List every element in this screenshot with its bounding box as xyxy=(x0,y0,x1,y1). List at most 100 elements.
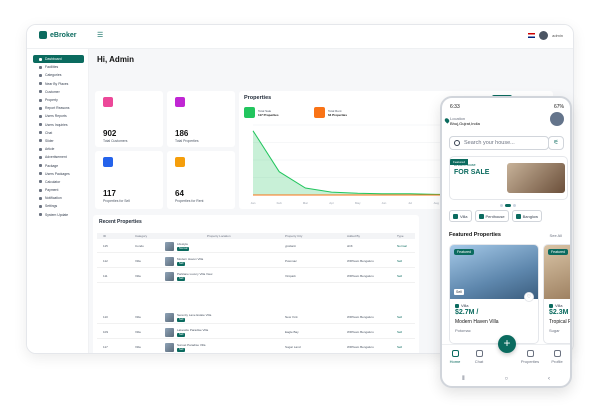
sidebar-item-payment[interactable]: Payment xyxy=(33,186,84,194)
nav-label: Properties xyxy=(520,359,540,364)
category-penthouse[interactable]: Penthouse xyxy=(474,210,509,222)
sidebar-item-label: Advertisement xyxy=(45,155,67,160)
type-badge: Sell xyxy=(177,277,186,281)
penthouse-icon xyxy=(478,213,484,219)
sidebar-item-notification[interactable]: Notification xyxy=(33,194,84,202)
table-row[interactable]: 117 Villa Sunset Paradise Villa Sell Sug… xyxy=(97,342,415,353)
featured-title: Featured Properties xyxy=(449,232,501,238)
nav-chat[interactable]: Chat xyxy=(468,350,490,364)
header-category[interactable]: Category xyxy=(135,234,147,238)
stat-card-customers[interactable]: 902 Total Customers xyxy=(95,91,163,147)
brand-name: eBroker xyxy=(50,31,77,39)
search-placeholder: Search your house... xyxy=(464,140,515,146)
avatar[interactable] xyxy=(539,31,549,40)
sidebar-item-property[interactable]: Property xyxy=(33,96,84,104)
banner-house-image xyxy=(507,163,565,193)
category-label: Villa xyxy=(460,213,468,219)
cell-type: Sell xyxy=(397,345,403,349)
user-name: admin xyxy=(552,33,563,38)
brand[interactable]: eBroker xyxy=(39,31,76,39)
cell-category: Villa xyxy=(135,259,141,263)
sidebar-item-customer[interactable]: Customer xyxy=(33,88,84,96)
nav-label: Profile xyxy=(551,359,563,364)
stat-label: Properties for Rent xyxy=(175,199,204,203)
sidebar-item-categories[interactable]: Categories xyxy=(33,71,84,79)
nav-profile[interactable]: Profile xyxy=(546,350,568,364)
screenshot: eBroker ☰ admin Dashboard Facilities Cat… xyxy=(0,0,600,419)
carousel-dot[interactable] xyxy=(500,204,503,207)
property-card[interactable]: Featured Sell ♡ Villa $2.7M / Modern Hav… xyxy=(449,244,539,344)
nav-properties[interactable]: Properties xyxy=(516,350,544,364)
sale-value: 117 Properties xyxy=(258,112,279,117)
facilities-icon xyxy=(39,65,42,69)
table-row[interactable]: 109 Villa Lakeside Paradise Villa Sell E… xyxy=(97,327,415,339)
sidebar-item-chat[interactable]: Chat xyxy=(33,129,84,137)
sidebar-item-system-update[interactable]: System Update xyxy=(33,211,84,219)
header-added-by[interactable]: Added By xyxy=(347,234,360,238)
search-icon xyxy=(454,140,460,146)
sidebar-item-facilities[interactable]: Facilities xyxy=(33,63,84,71)
property-type-label: Villa xyxy=(461,303,469,308)
sidebar-item-slider[interactable]: Slider xyxy=(33,137,84,145)
cell-city: Sugar Land xyxy=(285,345,301,349)
users-icon xyxy=(103,97,113,107)
search-input[interactable]: Search your house... xyxy=(449,136,549,150)
sidebar-item-package[interactable]: Package xyxy=(33,161,84,169)
language-flag-icon[interactable] xyxy=(528,33,536,38)
cell-id: 115 xyxy=(103,244,108,248)
header-location[interactable]: Property Location xyxy=(207,234,231,238)
header-city[interactable]: Property City xyxy=(285,234,302,238)
carousel-dot-active[interactable] xyxy=(505,204,511,207)
see-all-link[interactable]: See All xyxy=(550,233,562,238)
table-row[interactable]: 112 Villa Modern Haven Villa Sell Potoma… xyxy=(97,256,415,268)
sidebar-item-article[interactable]: Article xyxy=(33,145,84,153)
promo-banner[interactable]: Featured Dream House FOR SALE xyxy=(449,156,568,200)
cell-category: Villa xyxy=(135,315,141,319)
user-area[interactable]: admin xyxy=(528,31,563,40)
profile-avatar[interactable] xyxy=(550,112,564,126)
home-icon xyxy=(451,350,459,357)
cell-property: Lakeside Paradise Villa Sell xyxy=(177,328,208,337)
sidebar-item-users-inquiries[interactable]: Users Inquiries xyxy=(33,121,84,129)
type-badge: Sell xyxy=(177,318,186,322)
table-row[interactable]: 111 Villa Parklane Luxury Villa View Sel… xyxy=(97,271,415,283)
stat-card-rent[interactable]: 64 Properties for Rent xyxy=(167,151,235,209)
sidebar-item-dashboard[interactable]: Dashboard xyxy=(33,55,84,64)
favorite-heart-icon[interactable]: ♡ xyxy=(524,292,534,302)
sidebar-item-report-reasons[interactable]: Report Reasons xyxy=(33,104,84,112)
filter-icon[interactable]: ⚟ xyxy=(548,136,564,150)
sidebar-item-settings[interactable]: Settings xyxy=(33,202,84,210)
location[interactable]: Location Bhuj,Gujrat,India xyxy=(450,116,480,126)
sidebar-item-users-reports[interactable]: Users Reports xyxy=(33,112,84,120)
carousel-dot[interactable] xyxy=(513,204,516,207)
stat-value: 64 xyxy=(175,189,184,198)
nav-home[interactable]: Home xyxy=(444,350,466,364)
cell-property: Serenity Lane Estate Villa Sell xyxy=(177,313,211,322)
sidebar-item-near-by-places[interactable]: Near By Places xyxy=(33,80,84,88)
back-icon[interactable]: ‹ xyxy=(548,376,550,382)
recents-icon[interactable]: ⦀ xyxy=(462,376,465,383)
sidebar-item-advertisement[interactable]: Advertisement xyxy=(33,153,84,161)
property-card[interactable]: Featured Villa $2.3M Tropical P Sugar xyxy=(543,244,570,344)
category-banglow[interactable]: Banglow xyxy=(511,210,542,222)
sidebar-item-users-packages[interactable]: Users Packages xyxy=(33,170,84,178)
category-villa[interactable]: Villa xyxy=(449,210,472,222)
table-row[interactable]: 110 Villa Serenity Lane Estate Villa Sel… xyxy=(97,312,415,324)
add-property-button[interactable]: + xyxy=(498,335,516,353)
stat-value: 902 xyxy=(103,129,117,138)
property-name: Sunset Paradise Villa xyxy=(177,343,206,347)
stat-card-sell[interactable]: 117 Properties for Sell xyxy=(95,151,163,209)
x-tick-label: Aug xyxy=(434,201,440,205)
type-badge: Sell xyxy=(177,333,186,337)
sale-icon xyxy=(244,107,255,118)
stat-card-properties[interactable]: 186 Total Properties xyxy=(167,91,235,147)
property-name: Modern Haven Villa xyxy=(177,257,204,261)
home-circle-icon[interactable]: ○ xyxy=(505,376,509,382)
property-type: Villa xyxy=(549,303,563,308)
header-id[interactable]: ID xyxy=(103,234,106,238)
menu-toggle-icon[interactable]: ☰ xyxy=(97,31,103,39)
header-type[interactable]: Type xyxy=(397,234,404,238)
sidebar-item-calculator[interactable]: Calculator xyxy=(33,178,84,186)
table-row[interactable]: 115 Condo Lifestyle Normal ypsilanti shi… xyxy=(97,241,415,253)
x-tick-label: Feb xyxy=(277,201,283,205)
